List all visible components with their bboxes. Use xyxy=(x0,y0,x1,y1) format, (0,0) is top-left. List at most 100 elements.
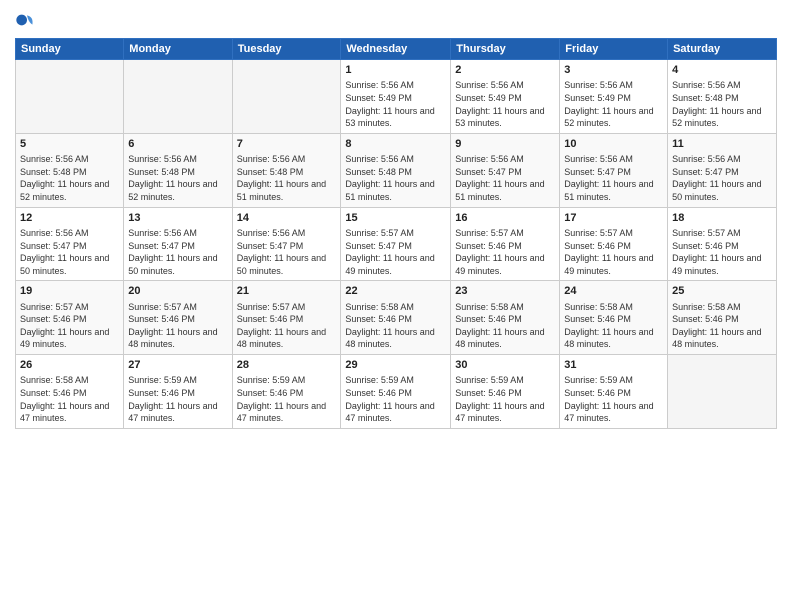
day-info: Sunrise: 5:56 AM Sunset: 5:47 PM Dayligh… xyxy=(237,227,337,277)
day-number: 15 xyxy=(345,211,446,226)
day-info: Sunrise: 5:58 AM Sunset: 5:46 PM Dayligh… xyxy=(672,301,772,351)
calendar-cell: 23 Sunrise: 5:58 AM Sunset: 5:46 PM Dayli… xyxy=(451,281,560,355)
day-number: 14 xyxy=(237,211,337,226)
weekday-header-thursday: Thursday xyxy=(451,39,560,60)
calendar-cell: 13Sunrise: 5:56 AM Sunset: 5:47 PM Dayli… xyxy=(124,207,232,281)
day-info: Sunrise: 5:57 AM Sunset: 5:47 PM Dayligh… xyxy=(345,227,446,277)
day-number: 13 xyxy=(128,211,227,226)
day-number: 22 xyxy=(345,284,446,299)
weekday-header-row: SundayMondayTuesdayWednesdayThursdayFrid… xyxy=(16,39,777,60)
day-number: 16 xyxy=(455,211,555,226)
calendar-week-3: 12Sunrise: 5:56 AM Sunset: 5:47 PM Dayli… xyxy=(16,207,777,281)
calendar-week-5: 26Sunrise: 5:58 AM Sunset: 5:46 PM Dayli… xyxy=(16,355,777,429)
day-number: 6 xyxy=(128,137,227,152)
day-info: Sunrise: 5:56 AM Sunset: 5:49 PM Dayligh… xyxy=(564,79,663,129)
day-info: Sunrise: 5:56 AM Sunset: 5:47 PM Dayligh… xyxy=(128,227,227,277)
day-number: 27 xyxy=(128,358,227,373)
weekday-header-friday: Friday xyxy=(560,39,668,60)
day-info: Sunrise: 5:57 AM Sunset: 5:46 PM Dayligh… xyxy=(564,227,663,277)
day-number: 4 xyxy=(672,63,772,78)
day-number: 31 xyxy=(564,358,663,373)
day-number: 7 xyxy=(237,137,337,152)
logo-icon xyxy=(15,10,35,30)
day-number: 12 xyxy=(20,211,119,226)
calendar-cell: 24 Sunrise: 5:58 AM Sunset: 5:46 PM Dayli… xyxy=(560,281,668,355)
day-number: 28 xyxy=(237,358,337,373)
day-info: Sunrise: 5:59 AM Sunset: 5:46 PM Dayligh… xyxy=(128,374,227,424)
day-number: 11 xyxy=(672,137,772,152)
weekday-header-sunday: Sunday xyxy=(16,39,124,60)
day-info: Sunrise: 5:56 AM Sunset: 5:48 PM Dayligh… xyxy=(128,153,227,203)
day-info: Sunrise: 5:56 AM Sunset: 5:47 PM Dayligh… xyxy=(455,153,555,203)
weekday-header-saturday: Saturday xyxy=(668,39,777,60)
day-info: Sunrise: 5:56 AM Sunset: 5:47 PM Dayligh… xyxy=(20,227,119,277)
day-info: Sunrise: 5:59 AM Sunset: 5:46 PM Dayligh… xyxy=(564,374,663,424)
day-number: 17 xyxy=(564,211,663,226)
day-number: 8 xyxy=(345,137,446,152)
day-info: Sunrise: 5:56 AM Sunset: 5:48 PM Dayligh… xyxy=(237,153,337,203)
day-info: Sunrise: 5:57 AM Sunset: 5:46 PM Dayligh… xyxy=(455,227,555,277)
weekday-header-monday: Monday xyxy=(124,39,232,60)
calendar-cell: 6Sunrise: 5:56 AM Sunset: 5:48 PM Daylig… xyxy=(124,133,232,207)
calendar-cell: 27Sunrise: 5:59 AM Sunset: 5:46 PM Dayli… xyxy=(124,355,232,429)
day-info: Sunrise: 5:56 AM Sunset: 5:48 PM Dayligh… xyxy=(345,153,446,203)
calendar-cell: 18Sunrise: 5:57 AM Sunset: 5:46 PM Dayli… xyxy=(668,207,777,281)
day-number: 25 xyxy=(672,284,772,299)
day-info: Sunrise: 5:56 AM Sunset: 5:47 PM Dayligh… xyxy=(564,153,663,203)
calendar-cell xyxy=(16,60,124,134)
day-info: Sunrise: 5:57 AM Sunset: 5:46 PM Dayligh… xyxy=(20,301,119,351)
day-number: 9 xyxy=(455,137,555,152)
calendar-cell: 16Sunrise: 5:57 AM Sunset: 5:46 PM Dayli… xyxy=(451,207,560,281)
day-info: Sunrise: 5:59 AM Sunset: 5:46 PM Dayligh… xyxy=(455,374,555,424)
day-info: Sunrise: 5:56 AM Sunset: 5:49 PM Dayligh… xyxy=(455,79,555,129)
calendar-cell: 10Sunrise: 5:56 AM Sunset: 5:47 PM Dayli… xyxy=(560,133,668,207)
day-info: Sunrise: 5:59 AM Sunset: 5:46 PM Dayligh… xyxy=(237,374,337,424)
day-number: 18 xyxy=(672,211,772,226)
day-info: Sunrise: 5:58 AM Sunset: 5:46 PM Dayligh… xyxy=(20,374,119,424)
calendar-cell: 4Sunrise: 5:56 AM Sunset: 5:48 PM Daylig… xyxy=(668,60,777,134)
calendar-cell: 19 Sunrise: 5:57 AM Sunset: 5:46 PM Dayli… xyxy=(16,281,124,355)
day-info: Sunrise: 5:56 AM Sunset: 5:49 PM Dayligh… xyxy=(345,79,446,129)
day-number: 19 xyxy=(20,284,119,299)
calendar-cell: 25 Sunrise: 5:58 AM Sunset: 5:46 PM Dayli… xyxy=(668,281,777,355)
calendar-cell: 17Sunrise: 5:57 AM Sunset: 5:46 PM Dayli… xyxy=(560,207,668,281)
calendar-cell xyxy=(124,60,232,134)
day-info: Sunrise: 5:58 AM Sunset: 5:46 PM Dayligh… xyxy=(564,301,663,351)
day-info: Sunrise: 5:57 AM Sunset: 5:46 PM Dayligh… xyxy=(128,301,227,351)
day-info: Sunrise: 5:56 AM Sunset: 5:47 PM Dayligh… xyxy=(672,153,772,203)
day-number: 10 xyxy=(564,137,663,152)
calendar-cell: 15Sunrise: 5:57 AM Sunset: 5:47 PM Dayli… xyxy=(341,207,451,281)
day-number: 20 xyxy=(128,284,227,299)
day-info: Sunrise: 5:57 AM Sunset: 5:46 PM Dayligh… xyxy=(237,301,337,351)
calendar-cell: 28Sunrise: 5:59 AM Sunset: 5:46 PM Dayli… xyxy=(232,355,341,429)
page: SundayMondayTuesdayWednesdayThursdayFrid… xyxy=(0,0,792,612)
day-info: Sunrise: 5:56 AM Sunset: 5:48 PM Dayligh… xyxy=(20,153,119,203)
day-number: 24 xyxy=(564,284,663,299)
day-number: 5 xyxy=(20,137,119,152)
calendar-table: SundayMondayTuesdayWednesdayThursdayFrid… xyxy=(15,38,777,429)
day-info: Sunrise: 5:59 AM Sunset: 5:46 PM Dayligh… xyxy=(345,374,446,424)
calendar-cell: 7Sunrise: 5:56 AM Sunset: 5:48 PM Daylig… xyxy=(232,133,341,207)
day-info: Sunrise: 5:58 AM Sunset: 5:46 PM Dayligh… xyxy=(455,301,555,351)
calendar-cell: 2Sunrise: 5:56 AM Sunset: 5:49 PM Daylig… xyxy=(451,60,560,134)
calendar-cell: 3Sunrise: 5:56 AM Sunset: 5:49 PM Daylig… xyxy=(560,60,668,134)
calendar-week-4: 19 Sunrise: 5:57 AM Sunset: 5:46 PM Dayli… xyxy=(16,281,777,355)
calendar-cell: 9Sunrise: 5:56 AM Sunset: 5:47 PM Daylig… xyxy=(451,133,560,207)
calendar-week-1: 1Sunrise: 5:56 AM Sunset: 5:49 PM Daylig… xyxy=(16,60,777,134)
day-number: 21 xyxy=(237,284,337,299)
calendar-week-2: 5Sunrise: 5:56 AM Sunset: 5:48 PM Daylig… xyxy=(16,133,777,207)
day-number: 26 xyxy=(20,358,119,373)
day-number: 29 xyxy=(345,358,446,373)
weekday-header-tuesday: Tuesday xyxy=(232,39,341,60)
day-number: 23 xyxy=(455,284,555,299)
header xyxy=(15,10,777,30)
calendar-cell xyxy=(668,355,777,429)
calendar-cell: 5Sunrise: 5:56 AM Sunset: 5:48 PM Daylig… xyxy=(16,133,124,207)
calendar-cell: 1Sunrise: 5:56 AM Sunset: 5:49 PM Daylig… xyxy=(341,60,451,134)
logo xyxy=(15,10,39,30)
day-info: Sunrise: 5:57 AM Sunset: 5:46 PM Dayligh… xyxy=(672,227,772,277)
calendar-cell: 8Sunrise: 5:56 AM Sunset: 5:48 PM Daylig… xyxy=(341,133,451,207)
calendar-cell: 26Sunrise: 5:58 AM Sunset: 5:46 PM Dayli… xyxy=(16,355,124,429)
day-info: Sunrise: 5:56 AM Sunset: 5:48 PM Dayligh… xyxy=(672,79,772,129)
calendar-cell: 20 Sunrise: 5:57 AM Sunset: 5:46 PM Dayli… xyxy=(124,281,232,355)
